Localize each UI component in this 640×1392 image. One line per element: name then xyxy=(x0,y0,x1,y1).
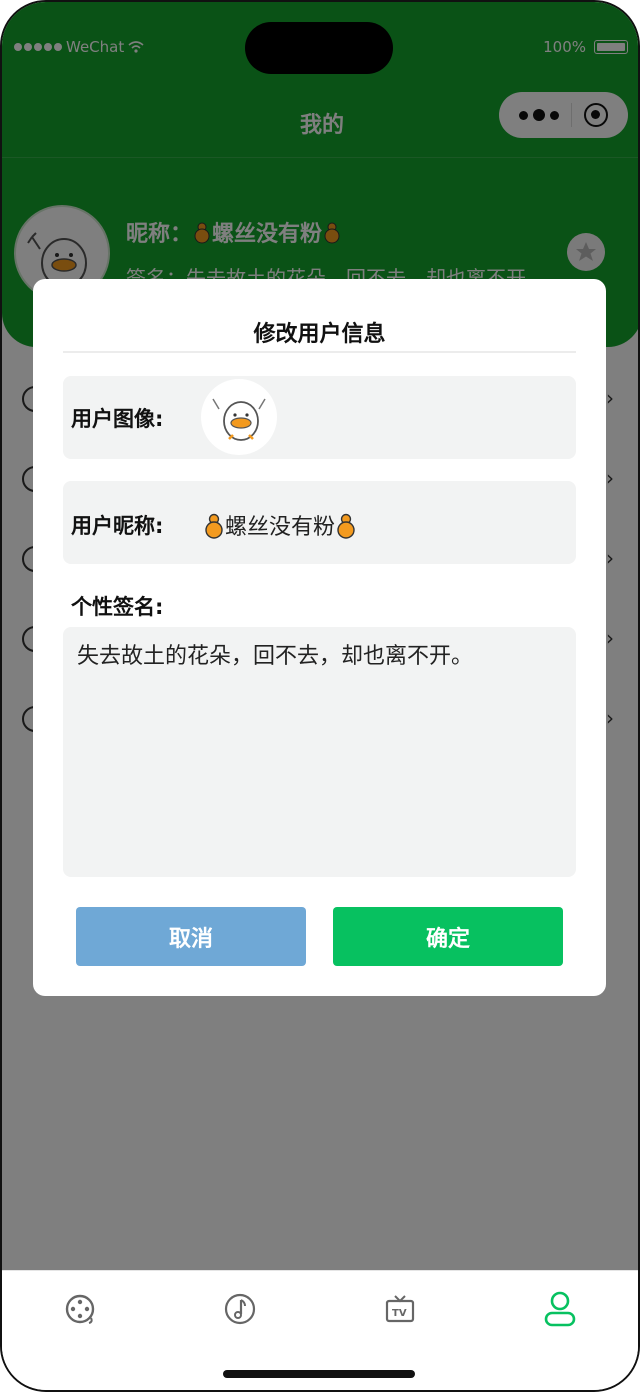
nickname-value: 螺丝没有粉 xyxy=(225,515,336,540)
edit-user-modal: 修改用户信息 用户图像: 用户昵称: 螺丝没有粉 个性签名: 失去故土的花朵，回… xyxy=(33,279,606,996)
music-note-icon xyxy=(224,1293,256,1325)
tab-movies[interactable] xyxy=(60,1289,100,1329)
svg-text:TV: TV xyxy=(392,1308,407,1319)
avatar-picker[interactable] xyxy=(201,379,277,455)
nickname-label: 用户昵称: xyxy=(71,514,164,538)
modal-title: 修改用户信息 xyxy=(253,322,386,347)
signature-label: 个性签名: xyxy=(71,595,164,619)
user-icon xyxy=(544,1291,576,1327)
tab-music[interactable] xyxy=(220,1289,260,1329)
nickname-field: 用户昵称: 螺丝没有粉 xyxy=(63,481,576,564)
phone-screen: WeChat 100% 我的 xyxy=(0,0,640,1392)
confirm-button[interactable]: 确定 xyxy=(333,907,563,966)
tab-tv[interactable]: TV xyxy=(380,1289,420,1329)
duck-avatar-icon xyxy=(212,398,266,441)
tv-icon: TV xyxy=(385,1295,415,1323)
gourd-icon xyxy=(337,513,355,539)
film-reel-icon xyxy=(65,1294,95,1324)
signature-textarea[interactable]: 失去故土的花朵，回不去，却也离不开。 xyxy=(63,627,576,877)
avatar-label: 用户图像: xyxy=(71,407,164,431)
cancel-button[interactable]: 取消 xyxy=(76,907,306,966)
modal-title-divider xyxy=(63,351,576,353)
nickname-input[interactable]: 螺丝没有粉 xyxy=(203,509,357,541)
avatar-field: 用户图像: xyxy=(63,376,576,459)
gourd-icon xyxy=(205,513,223,539)
tab-profile[interactable] xyxy=(540,1289,580,1329)
home-indicator xyxy=(223,1370,415,1378)
